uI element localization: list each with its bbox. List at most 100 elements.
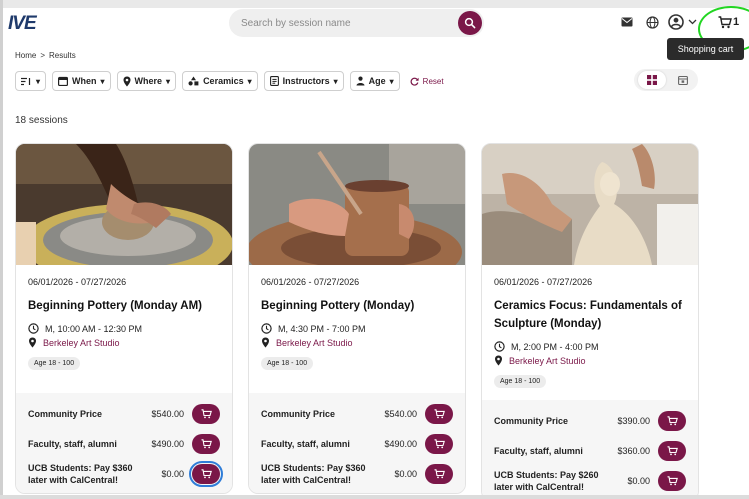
mail-icon [621, 17, 633, 27]
search-icon [464, 17, 476, 29]
view-toggle [634, 69, 698, 91]
price-row: Faculty, staff, alumni $360.00 [494, 436, 686, 466]
person-icon [356, 76, 365, 86]
price-list: Community Price $390.00 Faculty, staff, … [482, 400, 698, 499]
clock-icon [494, 341, 505, 352]
session-location-link[interactable]: Berkeley Art Studio [43, 338, 120, 348]
price-name: Community Price [261, 409, 336, 419]
chevron-down-icon: ▾ [100, 76, 105, 86]
reset-filters-label: Reset [422, 76, 444, 86]
language-button[interactable] [644, 14, 660, 30]
mail-button[interactable] [619, 14, 635, 30]
ceramics-filter-button[interactable]: Ceramics ▾ [182, 71, 258, 91]
price-row: UCB Students: Pay $360 later with CalCen… [28, 459, 223, 489]
grid-view-button[interactable] [638, 71, 666, 89]
add-to-cart-button[interactable] [658, 411, 686, 431]
price-name: Faculty, staff, alumni [28, 439, 117, 449]
cart-plus-icon [667, 416, 678, 426]
when-filter-label: When [72, 76, 97, 86]
price-row: Community Price $540.00 [261, 399, 453, 429]
breadcrumb: Home > Results [15, 51, 80, 60]
location-pin-icon [29, 337, 36, 348]
breadcrumb-separator: > [40, 51, 46, 60]
account-menu[interactable] [668, 14, 700, 30]
session-card[interactable]: 06/01/2026 - 07/27/2026 Beginning Potter… [248, 143, 466, 494]
age-filter-label: Age [368, 76, 386, 86]
window-bottom-edge [0, 495, 749, 499]
cart-plus-icon [201, 409, 212, 419]
pottery-wheel-photo[interactable] [16, 144, 232, 265]
where-filter-button[interactable]: Where ▾ [116, 71, 177, 91]
add-to-cart-button[interactable] [658, 441, 686, 461]
sculpture-photo[interactable] [482, 144, 698, 265]
location-pin-icon [262, 337, 269, 348]
session-location-link[interactable]: Berkeley Art Studio [276, 338, 353, 348]
account-icon [668, 14, 684, 30]
price-value: $390.00 [617, 416, 650, 426]
price-value: $490.00 [151, 439, 184, 449]
where-filter-label: Where [134, 76, 163, 86]
session-dates: 06/01/2026 - 07/27/2026 [28, 277, 127, 287]
filter-bar: ▾ When ▾ Where ▾ Ceramics ▾ Instructors … [15, 71, 448, 91]
grid-icon [647, 75, 657, 85]
session-time: M, 2:00 PM - 4:00 PM [511, 341, 599, 352]
chevron-down-icon: ▾ [389, 76, 394, 86]
session-title[interactable]: Ceramics Focus: Fundamentals of Sculptur… [494, 297, 686, 333]
price-row: Faculty, staff, alumni $490.00 [261, 429, 453, 459]
site-logo[interactable]: IVE [8, 13, 37, 35]
ceramics-filter-label: Ceramics [203, 76, 244, 86]
sort-filter-button[interactable]: ▾ [15, 71, 47, 91]
calendar-icon [678, 75, 688, 85]
add-to-cart-button[interactable] [658, 471, 686, 491]
chevron-down-icon [688, 19, 697, 25]
when-filter-button[interactable]: When ▾ [52, 71, 111, 91]
search-button[interactable] [458, 11, 482, 35]
chevron-down-icon: ▾ [247, 76, 252, 86]
price-list: Community Price $540.00 Faculty, staff, … [16, 393, 232, 493]
category-shapes-icon [188, 76, 199, 86]
age-filter-button[interactable]: Age ▾ [349, 71, 400, 91]
search-input[interactable] [241, 15, 441, 31]
reset-filters-button[interactable]: Reset [406, 71, 448, 91]
price-value: $490.00 [384, 439, 417, 449]
instructors-filter-button[interactable]: Instructors ▾ [263, 71, 344, 91]
pottery-wheel-photo[interactable] [249, 144, 465, 265]
site-header: IVE Search by session name 1 [0, 8, 749, 38]
window-left-edge [0, 0, 3, 499]
price-value: $0.00 [394, 469, 417, 479]
price-name: UCB Students: Pay $360 later with CalCen… [28, 463, 133, 485]
price-row: UCB Students: Pay $260 later with CalCen… [494, 466, 686, 496]
age-badge: Age 18 - 100 [28, 357, 81, 370]
price-row: Community Price $540.00 [28, 399, 220, 429]
cart-plus-icon [201, 439, 212, 449]
session-title[interactable]: Beginning Pottery (Monday) [261, 297, 453, 315]
session-title[interactable]: Beginning Pottery (Monday AM) [28, 297, 220, 315]
breadcrumb-home-link[interactable]: Home [15, 51, 36, 60]
add-to-cart-button[interactable] [189, 461, 223, 487]
add-to-cart-button[interactable] [192, 404, 220, 424]
add-to-cart-button[interactable] [425, 464, 453, 484]
age-badge: Age 18 - 100 [494, 375, 547, 388]
results-count: 18 sessions [15, 115, 68, 126]
id-card-icon [269, 76, 279, 86]
price-row: UCB Students: Pay $360 later with CalCen… [261, 459, 453, 489]
price-name: Faculty, staff, alumni [261, 439, 350, 449]
price-name: Faculty, staff, alumni [494, 446, 583, 456]
add-to-cart-button[interactable] [425, 434, 453, 454]
add-to-cart-button[interactable] [425, 404, 453, 424]
session-card[interactable]: 06/01/2026 - 07/27/2026 Beginning Potter… [15, 143, 233, 494]
session-time: M, 10:00 AM - 12:30 PM [45, 323, 143, 334]
globe-icon [645, 15, 659, 29]
calendar-view-button[interactable] [672, 71, 694, 89]
session-card[interactable]: 06/01/2026 - 07/27/2026 Ceramics Focus: … [481, 143, 699, 499]
chevron-down-icon: ▾ [333, 76, 338, 86]
search-bar [229, 9, 484, 37]
price-value: $0.00 [161, 469, 184, 479]
price-value: $0.00 [627, 476, 650, 486]
session-dates: 06/01/2026 - 07/27/2026 [261, 277, 360, 287]
add-to-cart-button[interactable] [192, 434, 220, 454]
instructors-filter-label: Instructors [282, 76, 330, 86]
breadcrumb-current: Results [49, 51, 76, 60]
session-location-link[interactable]: Berkeley Art Studio [509, 356, 586, 366]
price-row: Community Price $390.00 [494, 406, 686, 436]
